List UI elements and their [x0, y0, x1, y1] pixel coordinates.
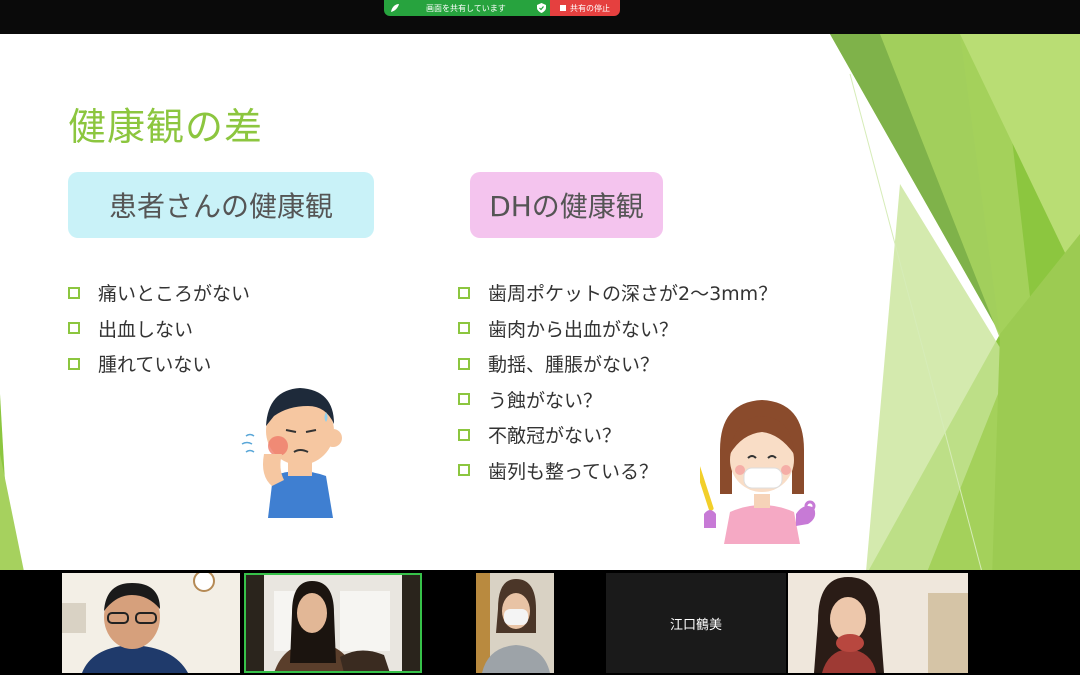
square-bullet-icon — [458, 428, 470, 441]
toothache-boy-illustration — [241, 388, 342, 518]
zoom-top-bar: 画面を共有しています 共有の停止 — [0, 0, 1080, 34]
participant-name-tile[interactable]: 江口鶴美 — [606, 573, 786, 673]
share-logo-icon — [391, 4, 399, 12]
square-bullet-icon — [68, 322, 80, 335]
screen-share-status: 画面を共有しています 共有の停止 — [384, 0, 620, 16]
participant-video-woman-active[interactable] — [244, 573, 422, 673]
stop-share-button[interactable]: 共有の停止 — [550, 0, 620, 16]
list-item: 歯肉から出血がない？ — [458, 311, 777, 347]
participant-name: 江口鶴美 — [669, 617, 722, 633]
square-bullet-icon — [458, 393, 470, 406]
list-item: 腫れていない — [68, 346, 250, 382]
stop-icon — [560, 5, 566, 11]
dental-hygienist-illustration — [700, 400, 816, 544]
sharing-label: 画面を共有しています — [426, 4, 506, 13]
list-item: 歯周ポケットの深さが2〜3mm？ — [458, 275, 777, 311]
slide-title: 健康観の差 — [68, 105, 264, 149]
participant-video-man[interactable] — [62, 573, 240, 673]
video-gallery: 江口鶴美 — [0, 570, 1080, 675]
participant-video-young-woman[interactable] — [788, 573, 968, 673]
square-bullet-icon — [68, 357, 80, 370]
stop-share-label: 共有の停止 — [570, 3, 610, 13]
patient-list: 痛いところがない 出血しない 腫れていない — [68, 275, 250, 382]
square-bullet-icon — [458, 464, 470, 477]
shared-slide: 健康観の差 患者さんの健康観 DHの健康観 痛いところがない 出血しない 腫れて… — [0, 34, 1080, 640]
list-item: 痛いところがない — [68, 275, 250, 311]
square-bullet-icon — [458, 286, 470, 299]
square-bullet-icon — [458, 322, 470, 335]
patient-heading: 患者さんの健康観 — [68, 172, 374, 238]
participant-video-masked[interactable] — [476, 573, 554, 673]
square-bullet-icon — [68, 286, 80, 299]
list-item: 動揺、腫脹がない？ — [458, 346, 777, 382]
square-bullet-icon — [458, 357, 470, 370]
sharing-indicator[interactable]: 画面を共有しています — [384, 0, 550, 16]
dh-heading: DHの健康観 — [470, 172, 663, 238]
list-item: 出血しない — [68, 311, 250, 347]
shield-icon — [537, 3, 546, 13]
